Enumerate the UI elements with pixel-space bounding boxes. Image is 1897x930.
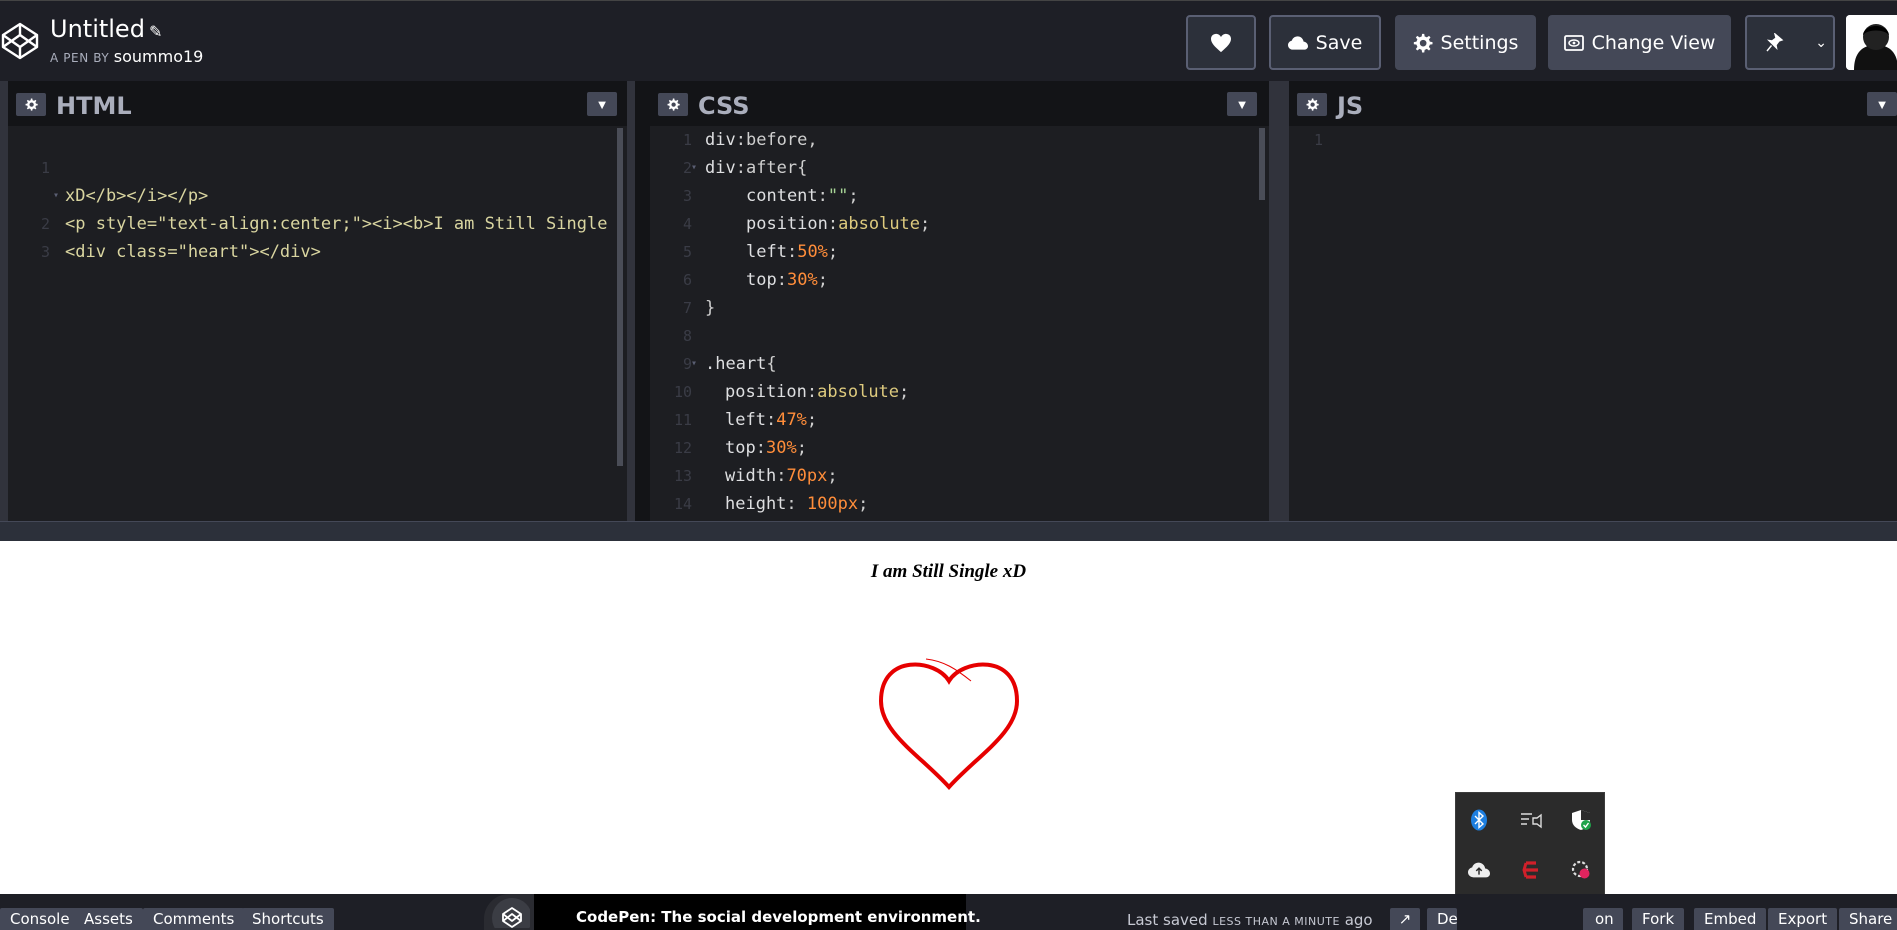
assets-button[interactable]: Assets — [74, 908, 143, 930]
chevron-down-icon[interactable]: ⌄ — [1815, 35, 1827, 51]
share-button[interactable]: Share — [1839, 908, 1897, 930]
fold-arrow-icon[interactable]: ▾ — [691, 350, 697, 378]
editor-left-edge — [0, 81, 8, 521]
pencil-edit-icon[interactable]: ✎ — [149, 22, 162, 41]
security-shield-icon[interactable] — [1568, 807, 1594, 833]
save-button[interactable]: Save — [1269, 15, 1381, 70]
pin-button[interactable]: ⌄ — [1745, 15, 1835, 70]
settings-badge-icon[interactable] — [1568, 857, 1594, 883]
code-line: 3 — [40, 243, 50, 261]
top-header: Untitled ✎ A PEN BY soummo19 Save Setting… — [0, 0, 1897, 81]
css-panel: CSS ▼ 1 div:before, 2 ▾ div:after{ 3 content… — [650, 81, 1269, 521]
toast-message[interactable]: CodePen: The social development environm… — [534, 894, 981, 930]
cloud-upload-icon[interactable] — [1466, 857, 1492, 883]
comments-button[interactable]: Comments — [143, 908, 245, 930]
change-view-button[interactable]: Change View — [1548, 15, 1731, 70]
css-settings-button[interactable] — [658, 93, 688, 116]
embed-button[interactable]: Embed — [1694, 908, 1767, 930]
pen-title[interactable]: Untitled ✎ — [50, 15, 162, 43]
delete-button[interactable]: De — [1427, 908, 1458, 930]
html-scrollbar[interactable] — [617, 128, 623, 466]
code-line: xD</b></i></p> — [8, 154, 208, 206]
codepen-logo-icon[interactable] — [0, 21, 40, 61]
chevron-down-icon: ▼ — [595, 96, 609, 112]
antivirus-e-icon[interactable] — [1518, 857, 1544, 883]
toast-codepen-logo — [484, 894, 534, 930]
settings-button[interactable]: Settings — [1395, 15, 1536, 70]
chevron-down-icon: ▼ — [1235, 96, 1249, 112]
bluetooth-icon[interactable] — [1466, 807, 1492, 833]
codepen-logo-icon — [492, 898, 530, 928]
pen-author: A PEN BY soummo19 — [50, 47, 204, 66]
html-settings-button[interactable] — [16, 93, 46, 116]
html-panel: HTML ▼ 1 ▾ <p style="text-align:center;"… — [8, 81, 627, 521]
js-collapse-button[interactable]: ▼ — [1867, 92, 1897, 116]
gear-icon — [667, 98, 680, 111]
heart-icon — [1211, 33, 1231, 52]
js-settings-button[interactable] — [1297, 93, 1327, 116]
gear-icon — [1306, 98, 1319, 111]
js-panel-header: JS ▼ — [1289, 81, 1897, 126]
external-link-icon: ↗ — [1398, 910, 1412, 928]
gear-icon — [1413, 33, 1433, 52]
html-code-editor[interactable]: 1 ▾ <p style="text-align:center;"><i><b>… — [8, 126, 627, 521]
html-panel-header: HTML ▼ — [8, 81, 627, 126]
css-panel-title: CSS — [698, 92, 750, 120]
open-external-button[interactable]: ↗ — [1390, 908, 1420, 930]
js-panel-title: JS — [1337, 92, 1364, 120]
bottom-bar: Console Assets Comments Shortcuts CodePe… — [0, 894, 1897, 930]
heart-shape — [878, 658, 1020, 790]
shortcuts-button[interactable]: Shortcuts — [242, 908, 334, 930]
code-line: 1 ▾ <p style="text-align:center;"><i><b>… — [8, 126, 607, 234]
console-button[interactable]: Console — [0, 908, 80, 930]
css-collapse-button[interactable]: ▼ — [1227, 92, 1257, 116]
fold-arrow-icon[interactable]: ▾ — [691, 154, 697, 182]
love-button[interactable] — [1186, 15, 1256, 70]
html-collapse-button[interactable]: ▼ — [587, 92, 617, 116]
collection-button[interactable]: on — [1583, 908, 1623, 930]
author-username[interactable]: soummo19 — [114, 47, 204, 66]
avatar-image-icon — [1846, 15, 1897, 70]
media-cast-icon[interactable] — [1518, 807, 1544, 833]
result-preview[interactable]: I am Still Single xD — [0, 541, 1897, 894]
js-code-editor[interactable]: 1 — [1289, 126, 1897, 521]
js-panel: JS ▼ 1 — [1289, 81, 1897, 521]
view-icon — [1563, 34, 1584, 51]
html-panel-title: HTML — [56, 92, 132, 120]
editor-area: HTML ▼ 1 ▾ <p style="text-align:center;"… — [0, 81, 1897, 521]
user-avatar[interactable] — [1846, 15, 1897, 70]
fork-button[interactable]: Fork — [1632, 908, 1685, 930]
preview-text: I am Still Single xD — [870, 561, 1027, 582]
html-line-2: <div class="heart"></div> — [65, 242, 321, 262]
chevron-down-icon: ▼ — [1875, 96, 1889, 112]
css-scrollbar[interactable] — [1259, 128, 1265, 200]
pin-icon — [1766, 32, 1784, 51]
css-panel-header: CSS ▼ — [650, 81, 1269, 126]
html-line-1: <p style="text-align:center;"><i><b>I am… — [65, 214, 608, 234]
preview-resize-bar[interactable] — [0, 521, 1897, 541]
last-saved-status: Last saved LESS THAN A MINUTE ago — [1127, 911, 1373, 929]
panel-divider[interactable] — [627, 81, 635, 521]
code-line: 2 <div class="heart"></div> — [8, 182, 321, 262]
cloud-icon — [1287, 35, 1308, 50]
gear-icon — [25, 98, 38, 111]
css-code-editor[interactable]: 1 div:before, 2 ▾ div:after{ 3 content:""; 4… — [650, 126, 1269, 521]
panel-divider[interactable] — [1269, 81, 1289, 521]
export-button[interactable]: Export — [1768, 908, 1838, 930]
